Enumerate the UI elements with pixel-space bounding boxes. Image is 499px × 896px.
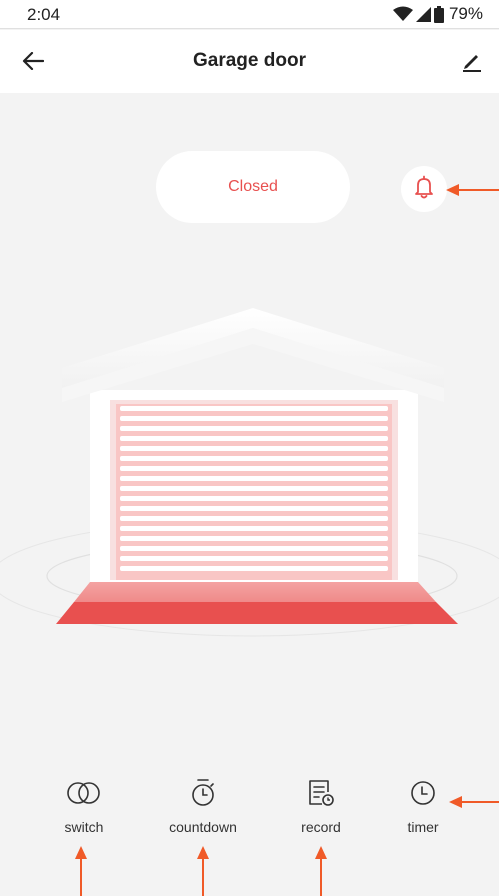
edit-pencil-icon [461, 50, 483, 77]
record-log-icon [301, 775, 341, 811]
status-icons: 79% [392, 4, 483, 24]
app-header: Garage door [0, 30, 499, 93]
annotation-arrow-record [315, 846, 327, 896]
door-state-label: Closed [228, 178, 278, 195]
switch-button[interactable]: switch [29, 775, 139, 835]
wifi-icon [392, 6, 413, 22]
annotation-arrow-countdown [197, 846, 209, 896]
record-button[interactable]: record [266, 775, 376, 835]
annotation-arrow-alarm [446, 184, 499, 196]
status-bar: 2:04 79% [0, 0, 499, 29]
door-state-badge: Closed [156, 151, 350, 223]
battery-percent: 79% [448, 4, 483, 23]
timer-button[interactable]: timer [368, 775, 478, 835]
switch-label: switch [64, 819, 104, 835]
countdown-button[interactable]: countdown [148, 775, 258, 835]
cellular-signal-icon [415, 6, 431, 22]
clock-icon [403, 775, 443, 811]
countdown-label: countdown [169, 819, 237, 835]
annotation-arrow-switch [75, 846, 87, 896]
timer-label: timer [407, 819, 439, 835]
edit-button[interactable] [457, 48, 487, 78]
garage-illustration [0, 290, 499, 655]
stopwatch-icon [183, 775, 223, 811]
switch-icon [64, 775, 104, 811]
battery-icon [433, 5, 444, 23]
status-time: 2:04 [27, 5, 61, 24]
alarm-button[interactable] [401, 166, 447, 212]
page-title: Garage door [193, 50, 306, 71]
bell-icon [414, 175, 434, 204]
record-label: record [301, 819, 341, 835]
